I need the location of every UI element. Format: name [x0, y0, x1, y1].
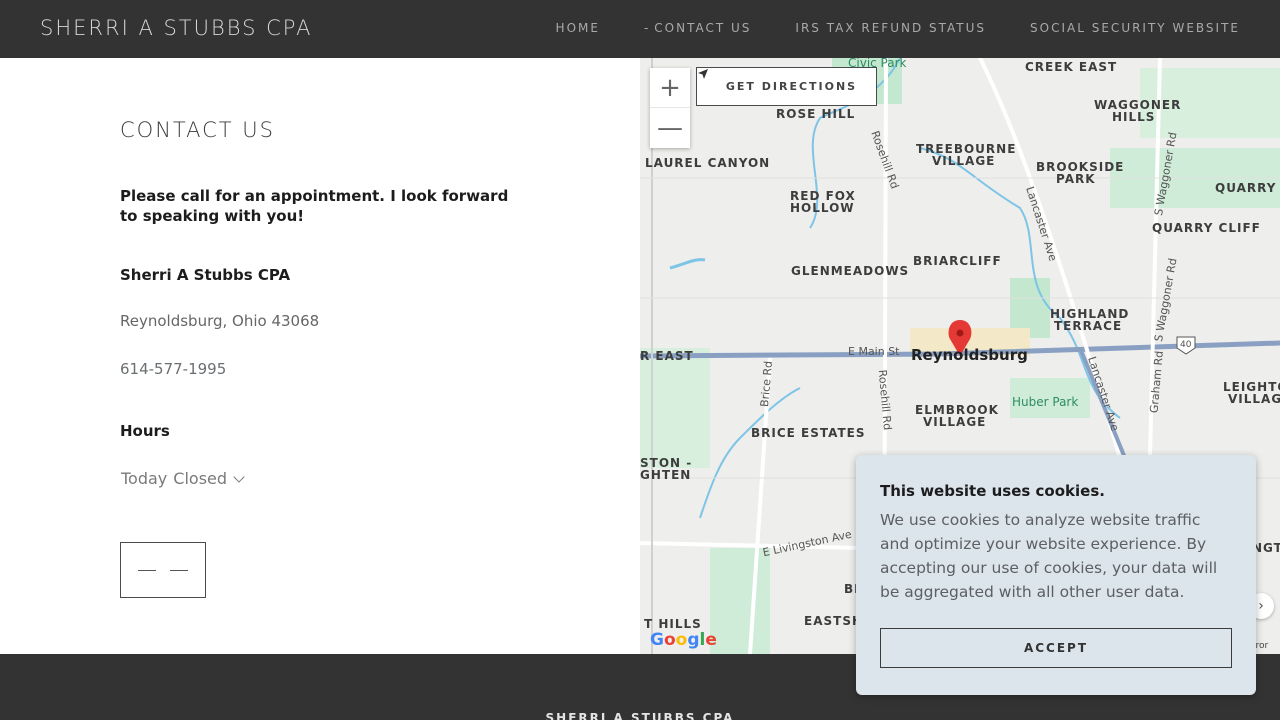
map-label: GLENMEADOWS — [791, 264, 910, 278]
cookie-title: This website uses cookies. — [880, 482, 1105, 500]
get-directions-button[interactable]: GET DIRECTIONS — [696, 67, 877, 106]
contact-heading: CONTACT US — [120, 118, 275, 142]
map-label: VILLAGE — [932, 154, 996, 168]
zoom-in-button[interactable]: + — [650, 68, 690, 108]
map-label: Huber Park — [1012, 395, 1079, 409]
location-pin-dot — [956, 329, 964, 337]
accept-cookies-button[interactable]: ACCEPT — [880, 628, 1232, 668]
map-label: QUARRY CLIFF — [1152, 221, 1261, 235]
zoom-controls: + — — [650, 68, 690, 148]
zoom-out-button[interactable]: — — [650, 108, 690, 148]
map-label: QUARRY PA — [1215, 181, 1280, 195]
nav-social-security-website[interactable]: SOCIAL SECURITY WEBSITE — [1030, 21, 1240, 35]
get-directions-label: GET DIRECTIONS — [725, 80, 858, 93]
nav-contact-us[interactable]: CONTACT US — [644, 21, 751, 35]
hours-day: Today — [121, 469, 168, 488]
map-label: TERRACE — [1054, 319, 1123, 333]
map-label: HILLS — [1112, 110, 1156, 124]
site-header: SHERRI A STUBBS CPA HOME CONTACT US IRS … — [0, 0, 1280, 58]
nav-irs-tax-refund-status[interactable]: IRS TAX REFUND STATUS — [795, 21, 986, 35]
main-nav: HOME CONTACT US IRS TAX REFUND STATUS SO… — [512, 21, 1240, 35]
park-area — [710, 548, 770, 654]
business-name: Sherri A Stubbs CPA — [120, 266, 291, 284]
map-label: HOLLOW — [790, 201, 855, 215]
map-label: BRICE ESTATES — [751, 426, 866, 440]
map-label: CREEK EAST — [1025, 60, 1118, 74]
map-label: T HILLS — [644, 617, 702, 631]
dash-icon — [170, 569, 188, 571]
park-area — [640, 348, 710, 468]
creek — [669, 258, 706, 270]
business-address: Reynoldsburg, Ohio 43068 — [120, 312, 320, 330]
phone-link[interactable]: 614-577-1995 — [120, 360, 226, 378]
map-label: VILLAGE — [923, 415, 987, 429]
map-label: PARK — [1056, 172, 1096, 186]
map-label: GHTEN — [640, 468, 692, 482]
hours-heading: Hours — [120, 422, 170, 440]
social-placeholder-button[interactable] — [120, 542, 206, 598]
map-label: NGT — [1252, 541, 1280, 555]
google-logo[interactable]: Google — [650, 630, 717, 650]
hours-dropdown[interactable]: Today Closed — [121, 469, 245, 488]
map-label: VILLAG — [1228, 392, 1280, 406]
nav-home[interactable]: HOME — [556, 21, 600, 35]
chevron-down-icon — [233, 470, 245, 483]
map-label: EASTSH — [804, 614, 863, 628]
map-label: ROSE HILL — [776, 107, 856, 121]
map-label: R EAST — [640, 349, 694, 363]
footer-brand: SHERRI A STUBBS CPA — [545, 711, 735, 720]
dash-icon — [138, 569, 156, 571]
hours-status: Closed — [173, 469, 228, 488]
map-city-label: Reynoldsburg — [911, 346, 1028, 364]
map-label: BRIARCLIFF — [913, 254, 1002, 268]
map-route-label: 40 — [1180, 340, 1192, 350]
cookie-banner: This website uses cookies. We use cookie… — [856, 455, 1256, 695]
site-brand[interactable]: SHERRI A STUBBS CPA — [40, 16, 313, 40]
navigation-arrow-icon — [698, 69, 708, 79]
map-label: E Main St — [848, 345, 900, 358]
creek — [699, 387, 801, 519]
contact-blurb: Please call for an appointment. I look f… — [120, 187, 509, 225]
contact-section: CONTACT US Please call for an appointmen… — [0, 58, 640, 654]
map-label: LAUREL CANYON — [645, 156, 771, 170]
cookie-text: We use cookies to analyze website traffi… — [880, 511, 1218, 601]
